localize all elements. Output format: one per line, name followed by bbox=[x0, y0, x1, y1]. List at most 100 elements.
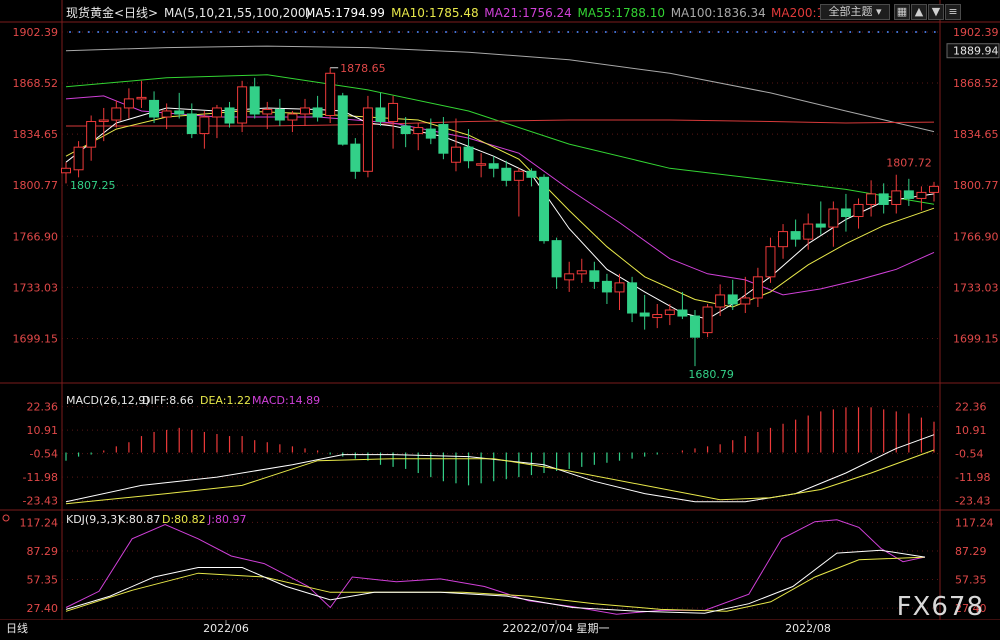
marker-dot bbox=[294, 31, 297, 33]
marker-dot bbox=[144, 31, 147, 33]
marker-dot bbox=[642, 31, 645, 33]
marker-dot bbox=[849, 31, 852, 33]
candle-body bbox=[564, 273, 575, 281]
kdj-j-label: J:80.97 bbox=[207, 513, 246, 526]
candle bbox=[501, 160, 512, 187]
candle bbox=[111, 100, 122, 128]
marker-dot bbox=[896, 31, 899, 33]
macd-label-right: 22.36 bbox=[955, 401, 987, 414]
marker-dot bbox=[388, 31, 391, 33]
candle bbox=[803, 213, 814, 250]
candle-body bbox=[551, 240, 562, 278]
candle bbox=[765, 237, 776, 283]
marker-dot bbox=[473, 31, 476, 33]
candle bbox=[450, 118, 461, 172]
kdj-label-right: 87.29 bbox=[955, 545, 987, 558]
candle-body bbox=[702, 306, 713, 334]
theme-selector-button[interactable]: 全部主题 ▾ bbox=[820, 4, 890, 20]
marker-dot bbox=[595, 31, 598, 33]
date-label: 2022/08 bbox=[785, 622, 831, 635]
candle bbox=[752, 267, 763, 307]
candle bbox=[350, 138, 361, 179]
candle bbox=[211, 104, 222, 139]
candle bbox=[715, 284, 726, 317]
candle-body bbox=[589, 270, 600, 282]
candle-body bbox=[664, 309, 675, 316]
candle-body bbox=[866, 193, 877, 205]
grid-icon[interactable]: ▦ bbox=[894, 4, 910, 20]
macd-value-label: MACD:14.89 bbox=[252, 394, 320, 407]
marker-dot bbox=[210, 31, 212, 33]
marker-dot bbox=[106, 31, 109, 33]
price-label-left: 1766.90 bbox=[13, 230, 59, 243]
marker-dot bbox=[604, 31, 607, 33]
candle-body bbox=[539, 176, 550, 242]
candle-body bbox=[123, 98, 134, 109]
candle bbox=[287, 110, 298, 133]
candle bbox=[891, 174, 902, 214]
marker-dot bbox=[708, 31, 711, 33]
marker-dot bbox=[125, 31, 128, 33]
candle bbox=[916, 186, 927, 211]
marker-dot bbox=[933, 31, 936, 33]
candle bbox=[136, 80, 147, 108]
left-annotation: 1807.25 bbox=[70, 179, 116, 192]
candle bbox=[274, 98, 285, 127]
macd-dea-label: DEA:1.22 bbox=[200, 394, 251, 407]
candle-body bbox=[715, 294, 726, 308]
marker-dot bbox=[698, 31, 701, 33]
candle-body bbox=[727, 294, 738, 305]
candle bbox=[866, 180, 877, 217]
candle bbox=[98, 107, 109, 142]
marker-dot bbox=[304, 31, 306, 33]
marker-dot bbox=[858, 31, 861, 33]
candle bbox=[903, 178, 914, 206]
chart-canvas[interactable]: 1902.39 1902.39 1868.52 1868.52 1834.65 1834.… bbox=[0, 0, 1000, 636]
marker-dot bbox=[238, 31, 241, 33]
marker-dot bbox=[191, 31, 194, 33]
price-label-right: 1699.15 bbox=[953, 332, 999, 345]
marker-dot bbox=[134, 31, 137, 33]
marker-dot bbox=[332, 31, 335, 33]
price-label-right: 1868.52 bbox=[953, 77, 999, 90]
marker-dot bbox=[266, 31, 269, 33]
marker-dot bbox=[576, 31, 579, 33]
kdj-label-left: 87.29 bbox=[27, 545, 59, 558]
marker-dot bbox=[736, 31, 739, 33]
candle-body bbox=[161, 110, 172, 118]
candle-body bbox=[249, 86, 260, 115]
candle-body bbox=[174, 110, 185, 115]
kdj-j-line bbox=[65, 519, 926, 615]
macd-title: MACD(26,12,9) bbox=[66, 394, 150, 407]
arrow-up-icon[interactable]: ▲ bbox=[911, 4, 927, 20]
candle-body bbox=[878, 193, 889, 205]
marker-dot bbox=[717, 31, 720, 33]
menu-icon[interactable]: ≡ bbox=[945, 4, 961, 20]
macd-label-right: -23.43 bbox=[955, 495, 990, 508]
marker-dot bbox=[360, 31, 363, 33]
candle-body bbox=[438, 124, 449, 154]
arrow-down-icon[interactable]: ▼ bbox=[928, 4, 944, 20]
marker-dot bbox=[924, 31, 927, 33]
candle bbox=[576, 258, 587, 283]
marker-dot bbox=[341, 31, 344, 33]
kdj-label-left: 57.35 bbox=[27, 574, 59, 587]
candle-body bbox=[237, 86, 248, 124]
marker-dot bbox=[915, 31, 917, 33]
candle-body bbox=[790, 231, 801, 240]
candle-body bbox=[300, 107, 311, 115]
watermark: FX678 bbox=[896, 592, 984, 622]
price-label-right: 1733.03 bbox=[953, 281, 999, 294]
price-label-left: 1834.65 bbox=[13, 128, 59, 141]
candle-body bbox=[211, 107, 222, 118]
marker-dot bbox=[792, 31, 795, 33]
price-label-right: 1902.39 bbox=[953, 26, 999, 39]
marker-dot bbox=[745, 31, 748, 33]
candle-body bbox=[501, 167, 512, 181]
candle bbox=[224, 101, 235, 128]
marker-dot bbox=[285, 31, 288, 33]
candle-body bbox=[98, 119, 109, 123]
candle-body bbox=[86, 121, 97, 148]
candle-body bbox=[350, 143, 361, 172]
marker-dot bbox=[727, 31, 729, 33]
